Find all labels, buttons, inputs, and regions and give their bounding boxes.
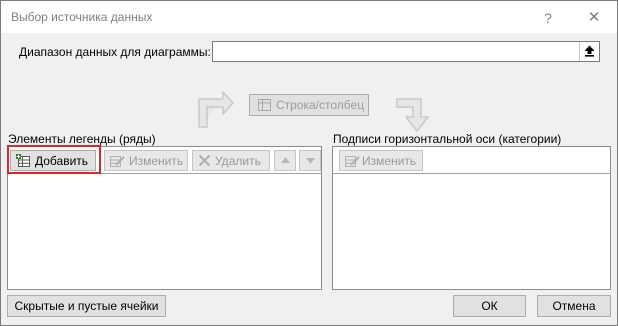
- select-data-source-dialog: Выбор источника данных ? ✕ Диапазон данн…: [0, 0, 618, 326]
- remove-series-button[interactable]: Удалить: [192, 150, 270, 171]
- edit-categories-label: Изменить: [362, 154, 417, 168]
- legend-entries-label: Элементы легенды (ряды): [8, 132, 156, 146]
- collapse-dialog-button[interactable]: [579, 42, 599, 61]
- close-icon[interactable]: ✕: [583, 7, 605, 29]
- switch-row-column-label: Строка/столбец: [276, 98, 365, 112]
- edit-series-label: Изменить: [129, 154, 184, 168]
- category-axis-panel: Изменить: [332, 146, 611, 290]
- help-icon[interactable]: ?: [537, 7, 559, 29]
- move-down-icon: [306, 158, 315, 164]
- edit-categories-icon: [345, 156, 360, 167]
- add-button-highlight: [7, 145, 101, 174]
- cancel-button[interactable]: Отмена: [537, 295, 611, 317]
- move-down-button[interactable]: [299, 150, 321, 171]
- hidden-empty-cells-button[interactable]: Скрытые и пустые ячейки: [7, 295, 166, 317]
- collapse-arrow-icon: [584, 45, 595, 57]
- remove-series-icon: [198, 154, 211, 167]
- window-title: Выбор источника данных: [11, 10, 153, 24]
- category-axis-label: Подписи горизонтальной оси (категории): [333, 132, 562, 146]
- switch-row-column-icon: [258, 99, 271, 111]
- edit-series-icon: [110, 156, 125, 167]
- ok-button[interactable]: ОК: [453, 295, 526, 317]
- category-toolbar: Изменить: [333, 147, 610, 174]
- remove-series-label: Удалить: [215, 154, 261, 168]
- move-up-button[interactable]: [274, 150, 296, 171]
- chart-data-range-input[interactable]: [212, 41, 600, 62]
- move-up-icon: [281, 157, 290, 163]
- chart-data-range-label: Диапазон данных для диаграммы:: [19, 45, 211, 59]
- edit-categories-button[interactable]: Изменить: [339, 150, 423, 171]
- switch-row-column-button[interactable]: Строка/столбец: [249, 94, 369, 116]
- edit-series-button[interactable]: Изменить: [104, 150, 188, 171]
- title-bar: Выбор источника данных ? ✕: [1, 1, 617, 33]
